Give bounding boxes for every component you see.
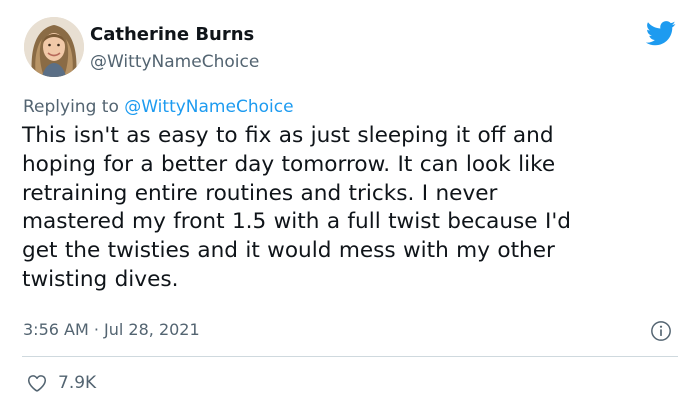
like-count: 7.9K: [58, 373, 97, 393]
tweet-text-line: twisting dives.: [22, 266, 179, 292]
like-button[interactable]: 7.9K: [26, 372, 96, 394]
replying-to-mention[interactable]: @WittyNameChoice: [124, 97, 293, 117]
tweet-text-line: get the twisties and it would mess with …: [22, 238, 555, 264]
tweet-text-line: retraining entire routines and tricks. I…: [22, 180, 498, 206]
tweet-text: This isn't as easy to fix as just sleepi…: [22, 122, 682, 295]
display-name[interactable]: Catherine Burns: [90, 24, 254, 46]
tweet-text-line: hoping for a better day tomorrow. It can…: [22, 151, 556, 177]
timestamp[interactable]: 3:56 AM · Jul 28, 2021: [23, 319, 200, 341]
divider: [22, 356, 678, 357]
tweet-text-line: This isn't as easy to fix as just sleepi…: [22, 123, 554, 148]
info-icon[interactable]: [650, 320, 672, 342]
tweet-card: Catherine Burns @WittyNameChoice Replyin…: [0, 0, 700, 411]
avatar[interactable]: [24, 17, 84, 77]
tweet-text-line: mastered my front 1.5 with a full twist …: [22, 209, 571, 235]
heart-icon: [27, 375, 47, 392]
twitter-bird-icon[interactable]: [646, 21, 676, 46]
replying-to: Replying to @WittyNameChoice: [23, 96, 294, 118]
replying-to-prefix: Replying to: [23, 97, 125, 117]
username-handle[interactable]: @WittyNameChoice: [90, 51, 259, 73]
